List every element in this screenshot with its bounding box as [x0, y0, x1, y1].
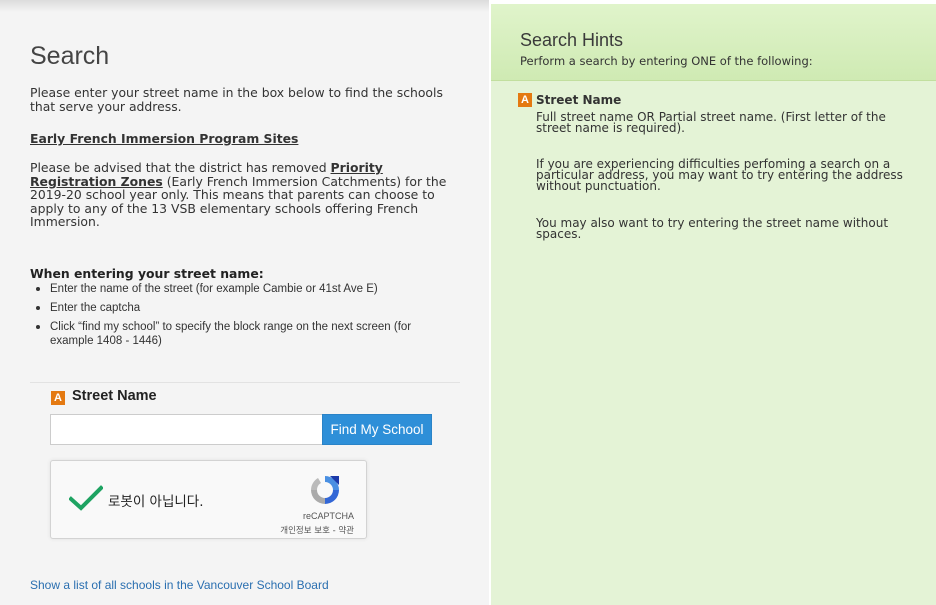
instruction-item: Click “find my school” to specify the bl…	[30, 320, 440, 348]
captcha-label: 로봇이 아닙니다.	[108, 494, 204, 510]
all-schools-link[interactable]: Show a list of all schools in the Vancou…	[30, 578, 329, 592]
recaptcha-widget: 로봇이 아닙니다. reCAPTCHA 개인정보 보호 - 약관	[50, 460, 367, 539]
hint-heading: Street Name	[536, 93, 622, 107]
recaptcha-brand: reCAPTCHA	[302, 511, 354, 521]
check-icon[interactable]	[68, 485, 104, 515]
hints-header: Search Hints Perform a search by enterin…	[491, 4, 936, 81]
hints-subtitle: Perform a search by entering ONE of the …	[520, 54, 813, 68]
hint-text-2: If you are experiencing difficulties per…	[536, 157, 903, 193]
hint-text-1: Full street name OR Partial street name.…	[536, 110, 886, 135]
recaptcha-logo-icon	[308, 473, 342, 511]
captcha-privacy-terms-links[interactable]: 개인정보 보호 - 약관	[280, 524, 354, 536]
hint-text-3: You may also want to try entering the st…	[536, 216, 889, 241]
instruction-item: Enter the name of the street (for exampl…	[30, 282, 440, 296]
field-badge-icon: A	[51, 391, 65, 405]
search-panel: Search Please enter your street name in …	[0, 0, 489, 605]
page-title: Search	[30, 42, 110, 70]
french-immersion-sites-link[interactable]: Early French Immersion Program Sites	[30, 131, 298, 146]
street-name-input[interactable]	[50, 414, 323, 445]
search-intro: Please enter your street name in the box…	[30, 85, 443, 114]
street-name-label: Street Name	[72, 388, 157, 404]
hint-badge-icon: A	[518, 93, 532, 107]
section-divider	[30, 382, 460, 383]
hints-title: Search Hints	[520, 30, 624, 50]
immersion-notice: Please be advised that the district has …	[30, 161, 460, 229]
find-my-school-button[interactable]: Find My School	[322, 414, 432, 445]
instructions-list: Enter the name of the street (for exampl…	[30, 282, 440, 353]
instructions-heading: When entering your street name:	[30, 266, 264, 281]
search-hints-panel: Search Hints Perform a search by enterin…	[491, 4, 936, 605]
instruction-item: Enter the captcha	[30, 301, 440, 315]
